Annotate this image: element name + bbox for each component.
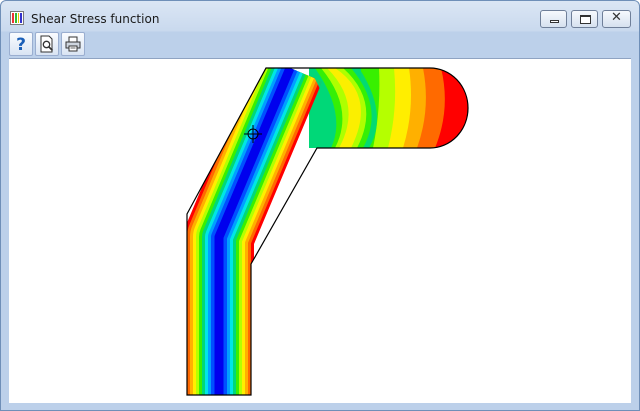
window-title: Shear Stress function: [31, 12, 160, 26]
help-button[interactable]: ?: [9, 32, 33, 56]
minimize-icon: [550, 20, 559, 23]
close-icon: ✕: [611, 10, 622, 25]
app-window: Shear Stress function ✕ ?: [0, 0, 640, 411]
contour-plot: [186, 67, 469, 396]
maximize-icon: [580, 15, 591, 24]
plot-canvas[interactable]: [9, 58, 631, 403]
maximize-button[interactable]: [571, 10, 598, 28]
minimize-button[interactable]: [540, 10, 567, 28]
help-icon: ?: [16, 35, 26, 53]
printer-icon: [65, 36, 81, 52]
toolbar: ?: [9, 31, 87, 57]
close-button[interactable]: ✕: [602, 10, 631, 28]
app-icon: [10, 11, 24, 25]
svg-text:?: ?: [16, 35, 26, 53]
print-preview-icon: [40, 35, 54, 53]
print-button[interactable]: [61, 32, 85, 56]
title-bar[interactable]: Shear Stress function ✕: [1, 1, 639, 31]
print-preview-button[interactable]: [35, 32, 59, 56]
